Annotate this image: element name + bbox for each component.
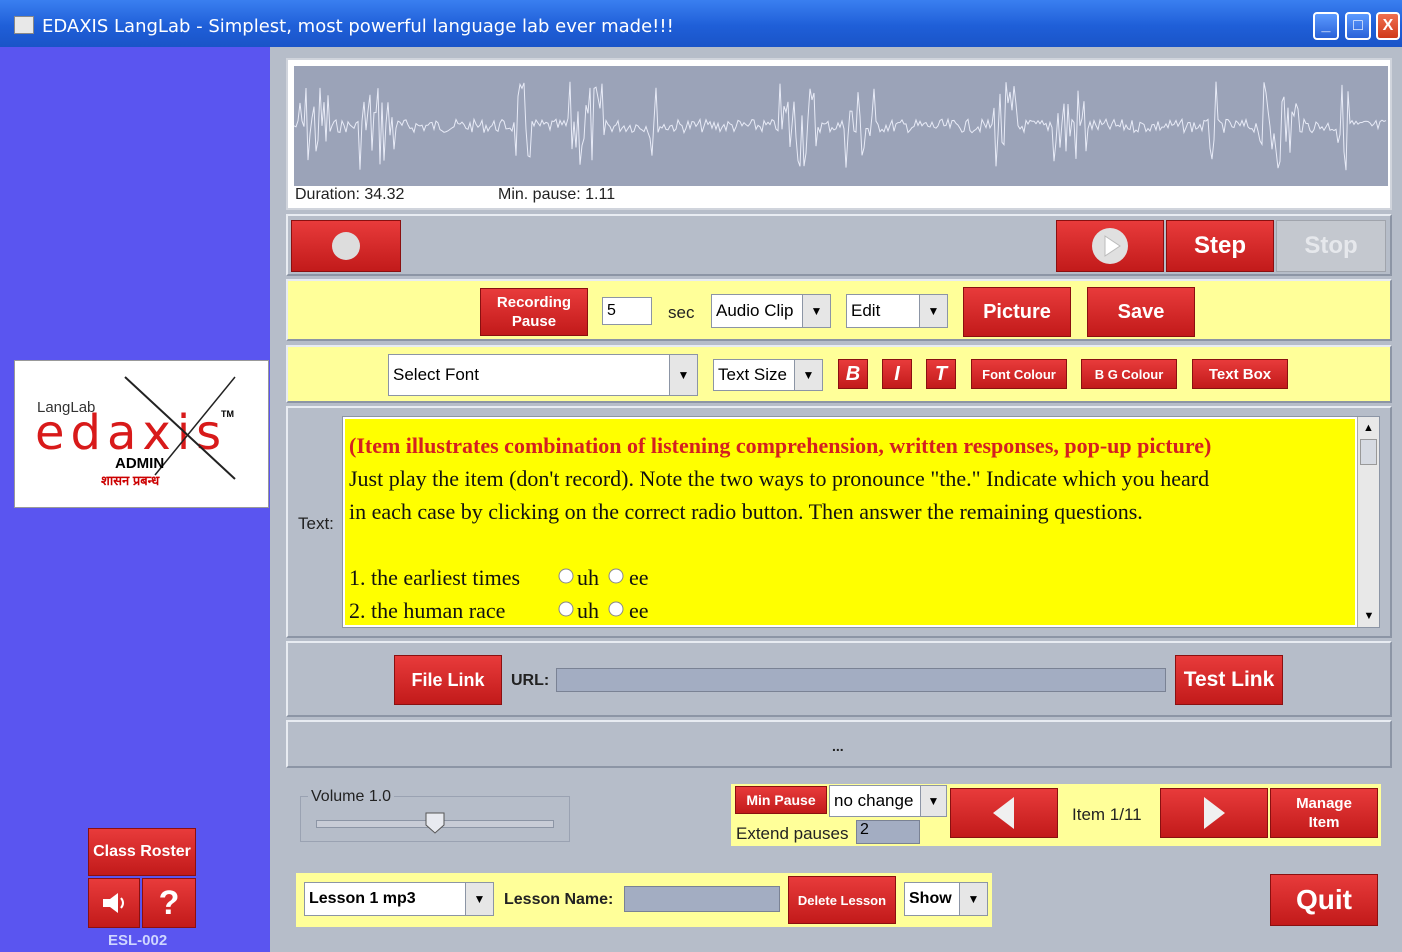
show-value: Show	[909, 890, 952, 907]
class-roster-button[interactable]: Class Roster	[88, 828, 196, 876]
lesson-name-input[interactable]	[624, 886, 780, 912]
speaker-button[interactable]	[88, 878, 140, 928]
mode-value: Edit	[851, 301, 881, 320]
waveform-display[interactable]	[293, 66, 1388, 186]
volume-slider-thumb[interactable]	[425, 812, 445, 834]
edaxis-logo: LangLab edaxis TM ADMIN शासन प्रबन्ध	[14, 360, 269, 508]
pause-mode-value: no change	[834, 791, 914, 810]
lesson-select[interactable]: Lesson 1 mp3 ▼	[304, 882, 494, 916]
pause-mode-select[interactable]: no change ▼	[829, 785, 947, 817]
chevron-down-icon: ▼	[919, 295, 947, 327]
waveform-svg	[293, 81, 1387, 171]
italic-button[interactable]: I	[882, 359, 912, 389]
radio-q1-uh[interactable]	[555, 567, 577, 589]
text-heading: (Item illustrates combination of listeni…	[349, 433, 1212, 458]
recording-panel	[286, 279, 1392, 341]
lesson-name-label: Lesson Name:	[504, 891, 614, 908]
save-button[interactable]: Save	[1087, 287, 1195, 337]
station-label: ESL-002	[108, 932, 168, 949]
minimize-button[interactable]: _	[1313, 12, 1339, 40]
status-ellipsis: ...	[832, 738, 844, 754]
bg-colour-button[interactable]: B G Colour	[1081, 359, 1177, 389]
logo-admin: ADMIN	[115, 455, 165, 472]
stop-button[interactable]: Stop	[1276, 220, 1386, 272]
record-icon	[332, 232, 360, 260]
text-line-1: Just play the item (don't record). Note …	[349, 466, 1210, 491]
logo-hindi: शासन प्रबन्ध	[101, 473, 160, 488]
file-link-button[interactable]: File Link	[394, 655, 502, 705]
url-label: URL:	[511, 672, 550, 689]
radio-q2-uh[interactable]	[555, 600, 577, 622]
clip-type-value: Audio Clip	[716, 301, 794, 320]
window-title: EDAXIS LangLab - Simplest, most powerful…	[42, 16, 674, 37]
maximize-button[interactable]: □	[1345, 12, 1371, 40]
step-button[interactable]: Step	[1166, 220, 1274, 272]
font-value: Select Font	[393, 365, 479, 384]
volume-label: Volume 1.0	[308, 788, 395, 806]
next-item-button[interactable]	[1160, 788, 1268, 838]
scroll-thumb[interactable]	[1360, 439, 1377, 465]
show-select[interactable]: Show ▼	[904, 882, 988, 916]
sec-label: sec	[668, 303, 695, 322]
extend-pauses-label: Extend pauses	[736, 824, 849, 843]
radio-q1-ee[interactable]	[599, 567, 629, 589]
radio-q1-ee-label: ee	[629, 565, 649, 590]
chevron-down-icon: ▼	[920, 786, 946, 816]
font-colour-button[interactable]: Font Colour	[971, 359, 1067, 389]
item-counter: Item 1/11	[1072, 805, 1142, 824]
mode-select[interactable]: Edit ▼	[846, 294, 948, 328]
delete-lesson-button[interactable]: Delete Lesson	[788, 876, 896, 924]
radio-q2-ee-label: ee	[629, 598, 649, 623]
text-line-2: in each case by clicking on the correct …	[349, 499, 1143, 524]
question-2: 2. the human race	[349, 598, 506, 623]
scroll-down-icon[interactable]: ▼	[1358, 605, 1380, 627]
underline-button[interactable]: T	[926, 359, 956, 389]
chevron-down-icon: ▼	[465, 883, 493, 915]
radio-q2-uh-label: uh	[577, 598, 599, 623]
text-scrollbar[interactable]: ▲ ▼	[1357, 417, 1379, 627]
close-button[interactable]: X	[1376, 12, 1400, 40]
arrow-left-icon	[993, 797, 1014, 829]
chevron-down-icon: ▼	[959, 883, 987, 915]
picture-button[interactable]: Picture	[963, 287, 1071, 337]
record-button[interactable]	[291, 220, 401, 272]
text-box-button[interactable]: Text Box	[1192, 359, 1288, 389]
title-bar: EDAXIS LangLab - Simplest, most powerful…	[0, 0, 1402, 47]
waveform-panel: Duration: 34.32 Min. pause: 1.11	[286, 58, 1392, 210]
extend-pauses-input[interactable]: 2	[856, 820, 920, 844]
text-size-value: Text Size	[718, 365, 787, 384]
seconds-input[interactable]: 5	[602, 297, 652, 325]
arrow-right-icon	[1204, 797, 1225, 829]
clip-type-select[interactable]: Audio Clip ▼	[711, 294, 831, 328]
scroll-up-icon[interactable]: ▲	[1358, 417, 1379, 439]
url-input[interactable]	[556, 668, 1166, 692]
min-pause-label: Min. pause: 1.11	[498, 186, 616, 203]
font-select[interactable]: Select Font ▼	[388, 354, 698, 396]
test-link-button[interactable]: Test Link	[1175, 655, 1283, 705]
previous-item-button[interactable]	[950, 788, 1058, 838]
chevron-down-icon: ▼	[794, 360, 822, 390]
recording-pause-button[interactable]: Recording Pause	[480, 288, 588, 336]
radio-q2-ee[interactable]	[599, 600, 629, 622]
play-button[interactable]	[1056, 220, 1164, 272]
min-pause-button[interactable]: Min Pause	[735, 786, 827, 814]
chevron-down-icon: ▼	[802, 295, 830, 327]
text-label: Text:	[298, 514, 334, 533]
lesson-value: Lesson 1 mp3	[309, 890, 416, 907]
play-icon	[1092, 228, 1128, 264]
text-size-select[interactable]: Text Size ▼	[713, 359, 823, 391]
bold-button[interactable]: B	[838, 359, 868, 389]
app-icon	[14, 16, 34, 34]
question-1: 1. the earliest times	[349, 565, 521, 590]
manage-item-button[interactable]: Manage Item	[1270, 788, 1378, 838]
speaker-icon	[103, 893, 124, 913]
help-button[interactable]: ?	[142, 878, 196, 928]
text-editor[interactable]: (Item illustrates combination of listeni…	[342, 416, 1380, 628]
chevron-down-icon: ▼	[669, 355, 697, 395]
quit-button[interactable]: Quit	[1270, 874, 1378, 926]
duration-label: Duration: 34.32	[295, 186, 405, 203]
radio-q1-uh-label: uh	[577, 565, 599, 590]
